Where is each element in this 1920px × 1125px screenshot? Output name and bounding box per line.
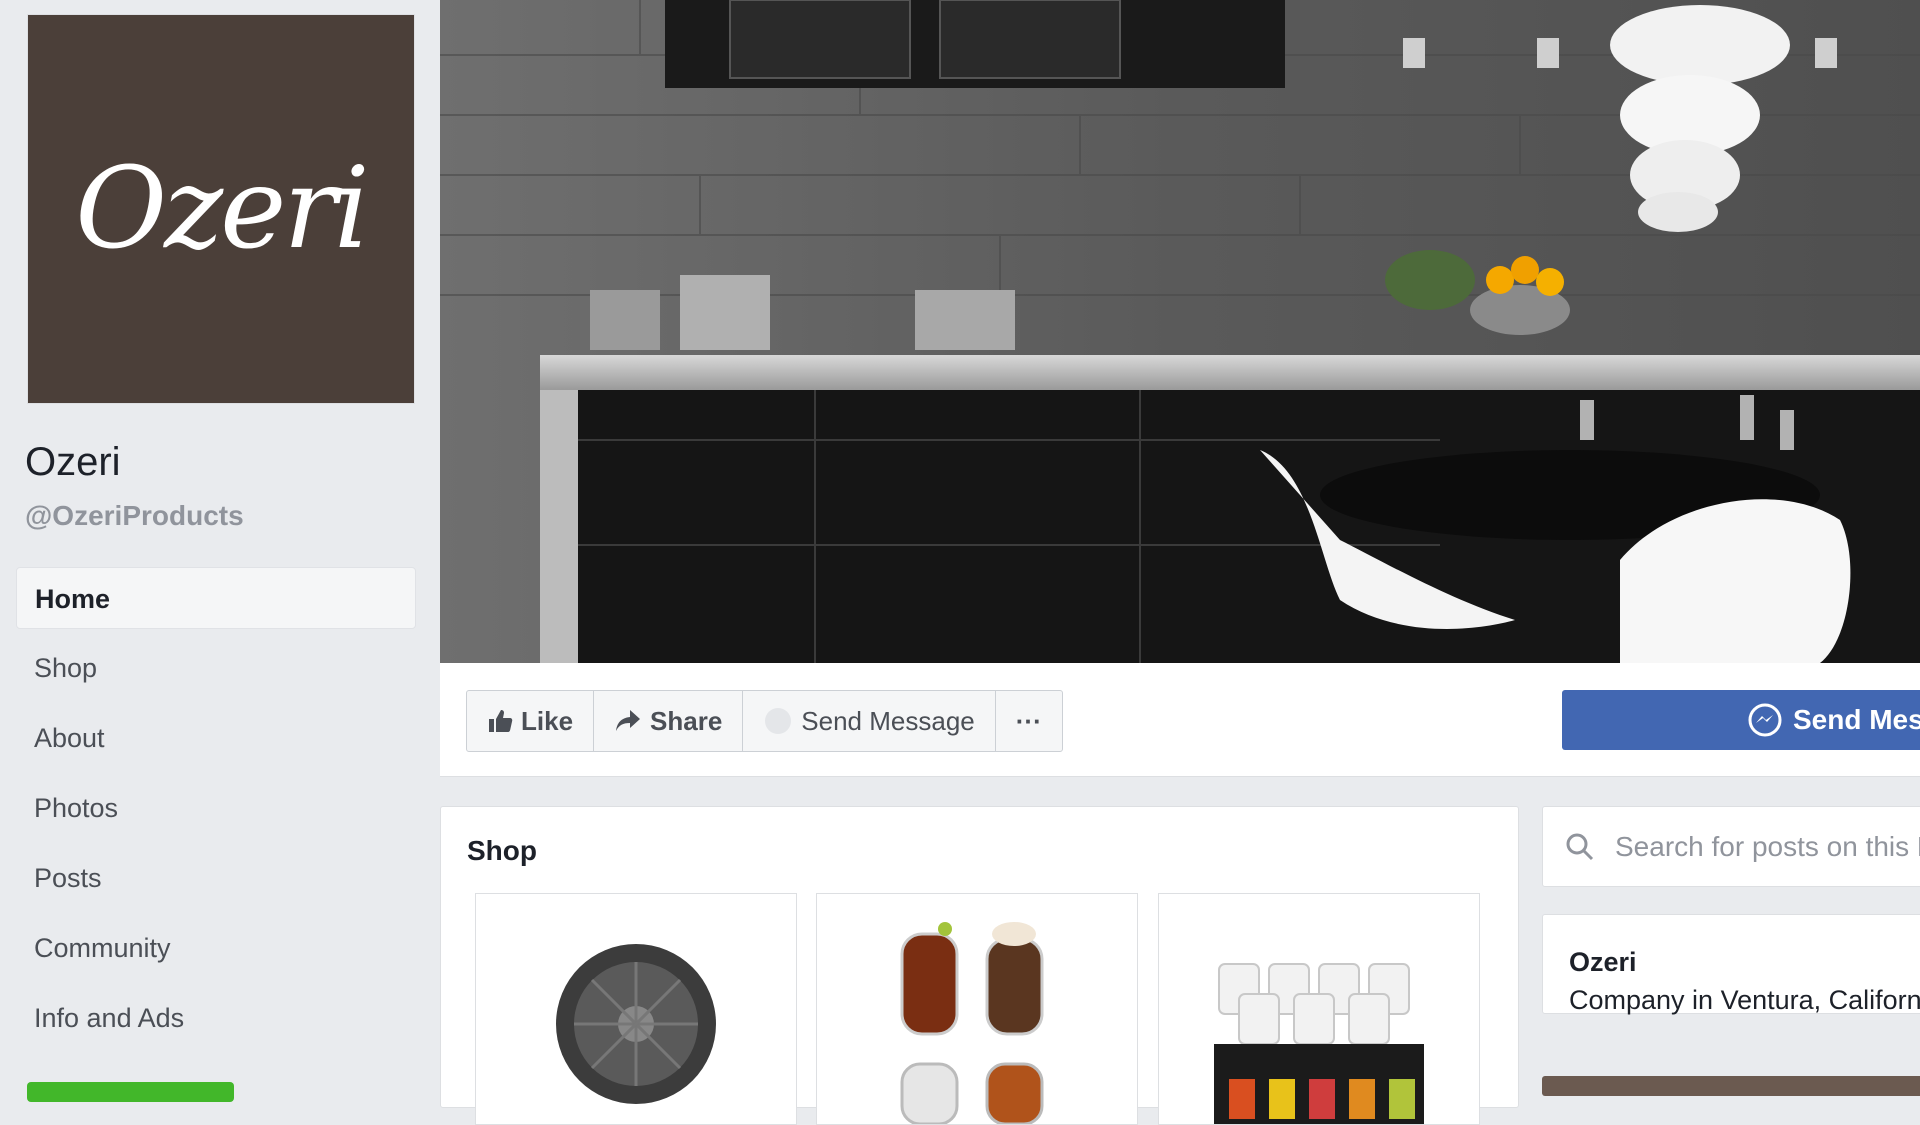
messenger-icon — [1747, 702, 1783, 738]
more-options-button[interactable]: ··· — [996, 691, 1062, 751]
shop-section: Shop — [440, 806, 1519, 1125]
share-button[interactable]: Share — [594, 691, 744, 751]
shop-title[interactable]: Shop — [467, 835, 537, 867]
search-icon — [1565, 832, 1595, 862]
like-button[interactable]: Like — [467, 691, 595, 751]
send-message-primary-button[interactable]: Send Message — [1562, 690, 1920, 750]
share-arrow-icon — [614, 708, 642, 734]
product-card[interactable] — [816, 893, 1138, 1125]
sidebar-nav: Home Shop About Photos Posts Community I… — [16, 567, 416, 1057]
page-action-bar: Like Share Send Message ··· Send Message — [440, 663, 1920, 777]
send-message-primary-label: Send Message — [1793, 704, 1920, 735]
create-page-button[interactable] — [27, 1082, 234, 1102]
page-handle[interactable]: @OzeriProducts — [25, 500, 244, 532]
share-label: Share — [650, 705, 723, 736]
more-dots-icon: ··· — [1015, 705, 1042, 736]
photo-card-edge — [1542, 1076, 1920, 1096]
sidebar-item-posts[interactable]: Posts — [16, 847, 416, 909]
messenger-icon — [763, 706, 793, 736]
sidebar-item-home[interactable]: Home — [16, 567, 416, 629]
kitchen-cover-image — [440, 0, 1920, 663]
info-page-name[interactable]: Ozeri — [1569, 947, 1637, 978]
profile-picture[interactable]: Ozeri — [27, 14, 415, 404]
info-page-category: Company in Ventura, California — [1569, 985, 1920, 1015]
sidebar-item-info-and-ads[interactable]: Info and Ads — [16, 987, 416, 1049]
sidebar-item-community[interactable]: Community — [16, 917, 416, 979]
page-actions-group: Like Share Send Message ··· — [466, 690, 1063, 752]
sidebar-item-photos[interactable]: Photos — [16, 777, 416, 839]
ozeri-logo: Ozeri — [75, 144, 369, 274]
thumbs-up-icon — [487, 708, 513, 734]
send-message-label: Send Message — [801, 705, 975, 736]
page-title[interactable]: Ozeri — [25, 440, 121, 485]
product-card[interactable] — [475, 893, 797, 1125]
page-search-box[interactable] — [1542, 806, 1920, 887]
cover-photo[interactable] — [440, 0, 1920, 663]
send-message-button[interactable]: Send Message — [743, 691, 996, 751]
like-label: Like — [521, 705, 574, 736]
page-info-card: Ozeri Company in Ventura, California — [1542, 914, 1920, 1015]
search-input[interactable] — [1613, 829, 1920, 864]
sidebar-item-about[interactable]: About — [16, 707, 416, 769]
product-card[interactable] — [1158, 893, 1480, 1125]
sidebar-item-shop[interactable]: Shop — [16, 637, 416, 699]
